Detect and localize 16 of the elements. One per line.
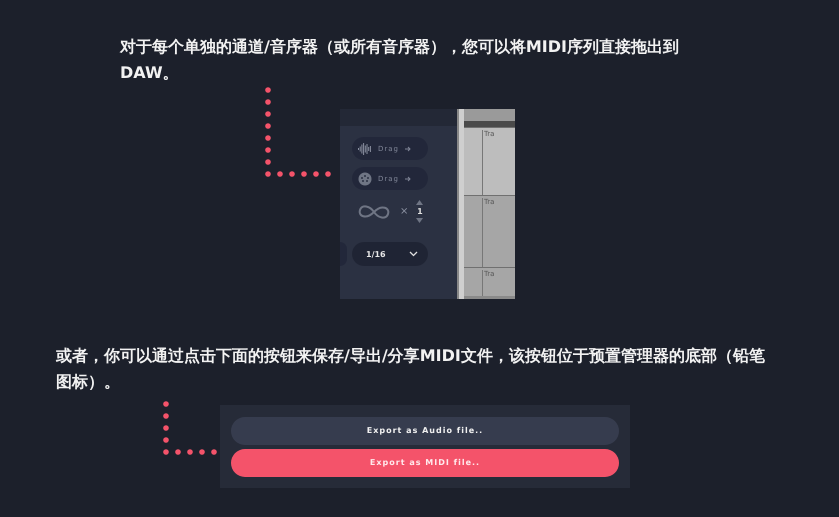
- multiplier-sign: ×: [400, 206, 408, 217]
- arrow-icon: [405, 176, 412, 182]
- midi-connector-icon: [358, 172, 372, 186]
- arrow-icon: [405, 146, 412, 152]
- chevron-down-icon: [409, 251, 418, 257]
- up-triangle-icon[interactable]: [416, 200, 424, 205]
- export-button[interactable]: Export as MIDI file..: [231, 448, 619, 476]
- timeline-ruler: [464, 121, 515, 127]
- scrollbar[interactable]: [457, 109, 464, 299]
- intro-text: 对于每个单独的通道/音序器（或所有音序器），您可以将MIDI序列直接拖出到DAW。: [120, 36, 680, 84]
- loop-count: 1: [417, 207, 423, 216]
- export-button[interactable]: Export as Audio file..: [231, 416, 619, 444]
- down-triangle-icon[interactable]: [416, 218, 424, 223]
- note-text: 或者，你可以通过点击下面的按钮来保存/导出/分享MIDI文件，该按钮位于预置管理器的底部（铅笔图标）。: [56, 345, 766, 393]
- grid-dropdown[interactable]: 1/16: [352, 242, 428, 266]
- waveform-icon: [358, 142, 372, 156]
